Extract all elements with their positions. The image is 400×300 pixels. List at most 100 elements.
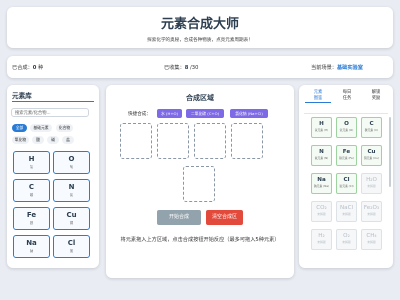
header-card: 元素合成大师 探索化学的奥秘，合成各种物质，点亮元素周期表！ bbox=[7, 7, 393, 48]
tab-daily-tasks[interactable]: 每日任务 bbox=[334, 90, 360, 102]
sidebar-scrollbar[interactable] bbox=[389, 117, 391, 187]
filter-chip-oxide[interactable]: 氧化物 bbox=[12, 136, 29, 144]
synthesis-slot-3[interactable] bbox=[194, 123, 226, 159]
codex-symbol: Fe₂O₃ bbox=[363, 205, 380, 211]
filter-chip-acid[interactable]: 酸 bbox=[32, 136, 44, 144]
element-name: 铁 bbox=[29, 221, 34, 225]
library-title: 元素库 bbox=[12, 92, 32, 100]
tab-daily-tasks-label: 每日任务 bbox=[342, 90, 352, 101]
start-synthesis-button[interactable]: 开始合成 bbox=[157, 210, 201, 225]
codex-symbol: N bbox=[319, 149, 324, 155]
codex-name: 氢元素 (H) bbox=[314, 128, 329, 132]
element-card-fe[interactable]: Fe 铁 bbox=[13, 207, 50, 230]
tab-unlock-rewards-label: 解锁奖励 bbox=[371, 90, 381, 101]
codex-cell-cu[interactable]: Cu 铜元素 (Cu) bbox=[361, 145, 382, 166]
codex-symbol: Fe bbox=[342, 149, 351, 155]
filter-chip-compound[interactable]: 化合物 bbox=[56, 124, 73, 132]
collection-value: 8 bbox=[184, 65, 189, 71]
codex-name: 铜元素 (Cu) bbox=[363, 156, 380, 160]
codex-name: 钠元素 (Na) bbox=[313, 184, 330, 188]
element-symbol: Cl bbox=[67, 239, 76, 247]
codex-cell-na[interactable]: Na 钠元素 (Na) bbox=[311, 173, 332, 194]
codex-name: 氧元素 (O) bbox=[339, 128, 354, 132]
filter-chip-all[interactable]: 全部 bbox=[12, 124, 27, 132]
codex-cell-o[interactable]: O 氧元素 (O) bbox=[336, 117, 357, 138]
codex-symbol: Cu bbox=[367, 149, 376, 155]
quick-co2-button[interactable]: 二氧化碳 (C+O) bbox=[186, 109, 224, 118]
synthesis-slot-4[interactable] bbox=[231, 123, 263, 159]
element-symbol: N bbox=[68, 183, 75, 191]
element-symbol: Na bbox=[26, 239, 37, 247]
collection-total: /30 bbox=[190, 65, 199, 71]
codex-symbol: CO₂ bbox=[316, 205, 327, 211]
codex-cell-co2[interactable]: CO₂ 未解锁 bbox=[311, 201, 332, 222]
library-title-divider bbox=[12, 101, 94, 102]
codex-cell-h[interactable]: H 氢元素 (H) bbox=[311, 117, 332, 138]
element-name: 氢 bbox=[29, 165, 34, 169]
synthesis-slot-2[interactable] bbox=[157, 123, 189, 159]
codex-name: 未解锁 bbox=[342, 212, 351, 216]
collected-unit: 种 bbox=[38, 65, 44, 71]
tab-unlock-rewards[interactable]: 解锁奖励 bbox=[363, 90, 389, 102]
element-symbol: H bbox=[28, 155, 35, 163]
element-card-cl[interactable]: Cl 氯 bbox=[53, 235, 90, 258]
codex-cell-h2o[interactable]: H₂O 未解锁 bbox=[361, 173, 382, 194]
codex-cell-n[interactable]: N 氮元素 (N) bbox=[311, 145, 332, 166]
codex-symbol: NaCl bbox=[339, 205, 354, 211]
codex-cell-ch4[interactable]: CH₄ 未解锁 bbox=[361, 229, 382, 250]
quick-water-button[interactable]: 水 (H+O) bbox=[157, 109, 182, 118]
page-subtitle: 探索化学的奥秘，合成各种物质，点亮元素周期表！ bbox=[147, 38, 253, 43]
collected-stat: 已合成：0 种 bbox=[12, 64, 43, 71]
element-card-n[interactable]: N 氮 bbox=[53, 179, 90, 202]
codex-cell-cl[interactable]: Cl 氯元素 (Cl) bbox=[336, 173, 357, 194]
synthesis-slot-1[interactable] bbox=[120, 123, 152, 159]
tabs-divider bbox=[304, 113, 388, 114]
element-name: 碳 bbox=[29, 193, 34, 197]
codex-cell-fe[interactable]: Fe 铁元素 (Fe) bbox=[336, 145, 357, 166]
codex-name: 未解锁 bbox=[367, 240, 376, 244]
page-title: 元素合成大师 bbox=[160, 17, 239, 32]
codex-symbol: O bbox=[344, 121, 349, 127]
tab-element-codex-label: 元素图鉴 bbox=[313, 90, 323, 101]
element-card-cu[interactable]: Cu 铜 bbox=[53, 207, 90, 230]
filter-chip-base[interactable]: 碱 bbox=[47, 136, 59, 144]
element-card-na[interactable]: Na 钠 bbox=[13, 235, 50, 258]
codex-cell-h2[interactable]: H₂ 未解锁 bbox=[311, 229, 332, 250]
codex-name: 未解锁 bbox=[317, 212, 326, 216]
codex-symbol: Na bbox=[317, 177, 326, 183]
codex-symbol: H₂O bbox=[366, 177, 377, 183]
tab-element-codex[interactable]: 元素图鉴 bbox=[305, 90, 331, 103]
scene-stat: 当前场景：基础实验室 bbox=[311, 64, 363, 71]
codex-name: 氮元素 (N) bbox=[314, 156, 329, 160]
element-name: 氮 bbox=[69, 193, 74, 197]
codex-symbol: CH₄ bbox=[366, 233, 377, 239]
collection-stat: 已收集：8 /30 bbox=[164, 64, 198, 71]
element-card-o[interactable]: O 氧 bbox=[53, 151, 90, 174]
codex-name: 碳元素 (C) bbox=[364, 128, 379, 132]
synthesis-slot-5[interactable] bbox=[183, 166, 215, 202]
codex-name: 未解锁 bbox=[367, 184, 376, 188]
quick-nacl-button[interactable]: 氯化钠 (Na+Cl) bbox=[230, 109, 268, 118]
synthesis-hint: 将元素拖入上方区域，点击合成按钮开始反应（最多可拖入5种元素） bbox=[120, 237, 280, 243]
codex-name: 氯元素 (Cl) bbox=[339, 184, 354, 188]
codex-cell-c[interactable]: C 碳元素 (C) bbox=[361, 117, 382, 138]
codex-symbol: H₂ bbox=[318, 233, 325, 239]
codex-cell-o2[interactable]: O₂ 未解锁 bbox=[336, 229, 357, 250]
clear-synthesis-button[interactable]: 清空合成区 bbox=[206, 210, 243, 225]
codex-symbol: C bbox=[369, 121, 374, 127]
collected-label: 已合成： bbox=[12, 65, 33, 71]
filter-chip-salt[interactable]: 盐 bbox=[62, 136, 74, 144]
element-name: 氯 bbox=[69, 249, 74, 253]
codex-name: 未解锁 bbox=[342, 240, 351, 244]
codex-cell-nacl[interactable]: NaCl 未解锁 bbox=[336, 201, 357, 222]
element-card-c[interactable]: C 碳 bbox=[13, 179, 50, 202]
codex-cell-fe2o3[interactable]: Fe₂O₃ 未解锁 bbox=[361, 201, 382, 222]
element-name: 氧 bbox=[69, 165, 74, 169]
element-symbol: Fe bbox=[26, 211, 37, 219]
scene-value: 基础实验室 bbox=[336, 65, 363, 71]
element-search-input[interactable]: 搜索元素/化合物... bbox=[11, 108, 89, 117]
element-card-h[interactable]: H 氢 bbox=[13, 151, 50, 174]
filter-chip-basic[interactable]: 基础元素 bbox=[30, 124, 52, 132]
codex-name: 未解锁 bbox=[367, 212, 376, 216]
collection-label: 已收集： bbox=[164, 65, 185, 71]
